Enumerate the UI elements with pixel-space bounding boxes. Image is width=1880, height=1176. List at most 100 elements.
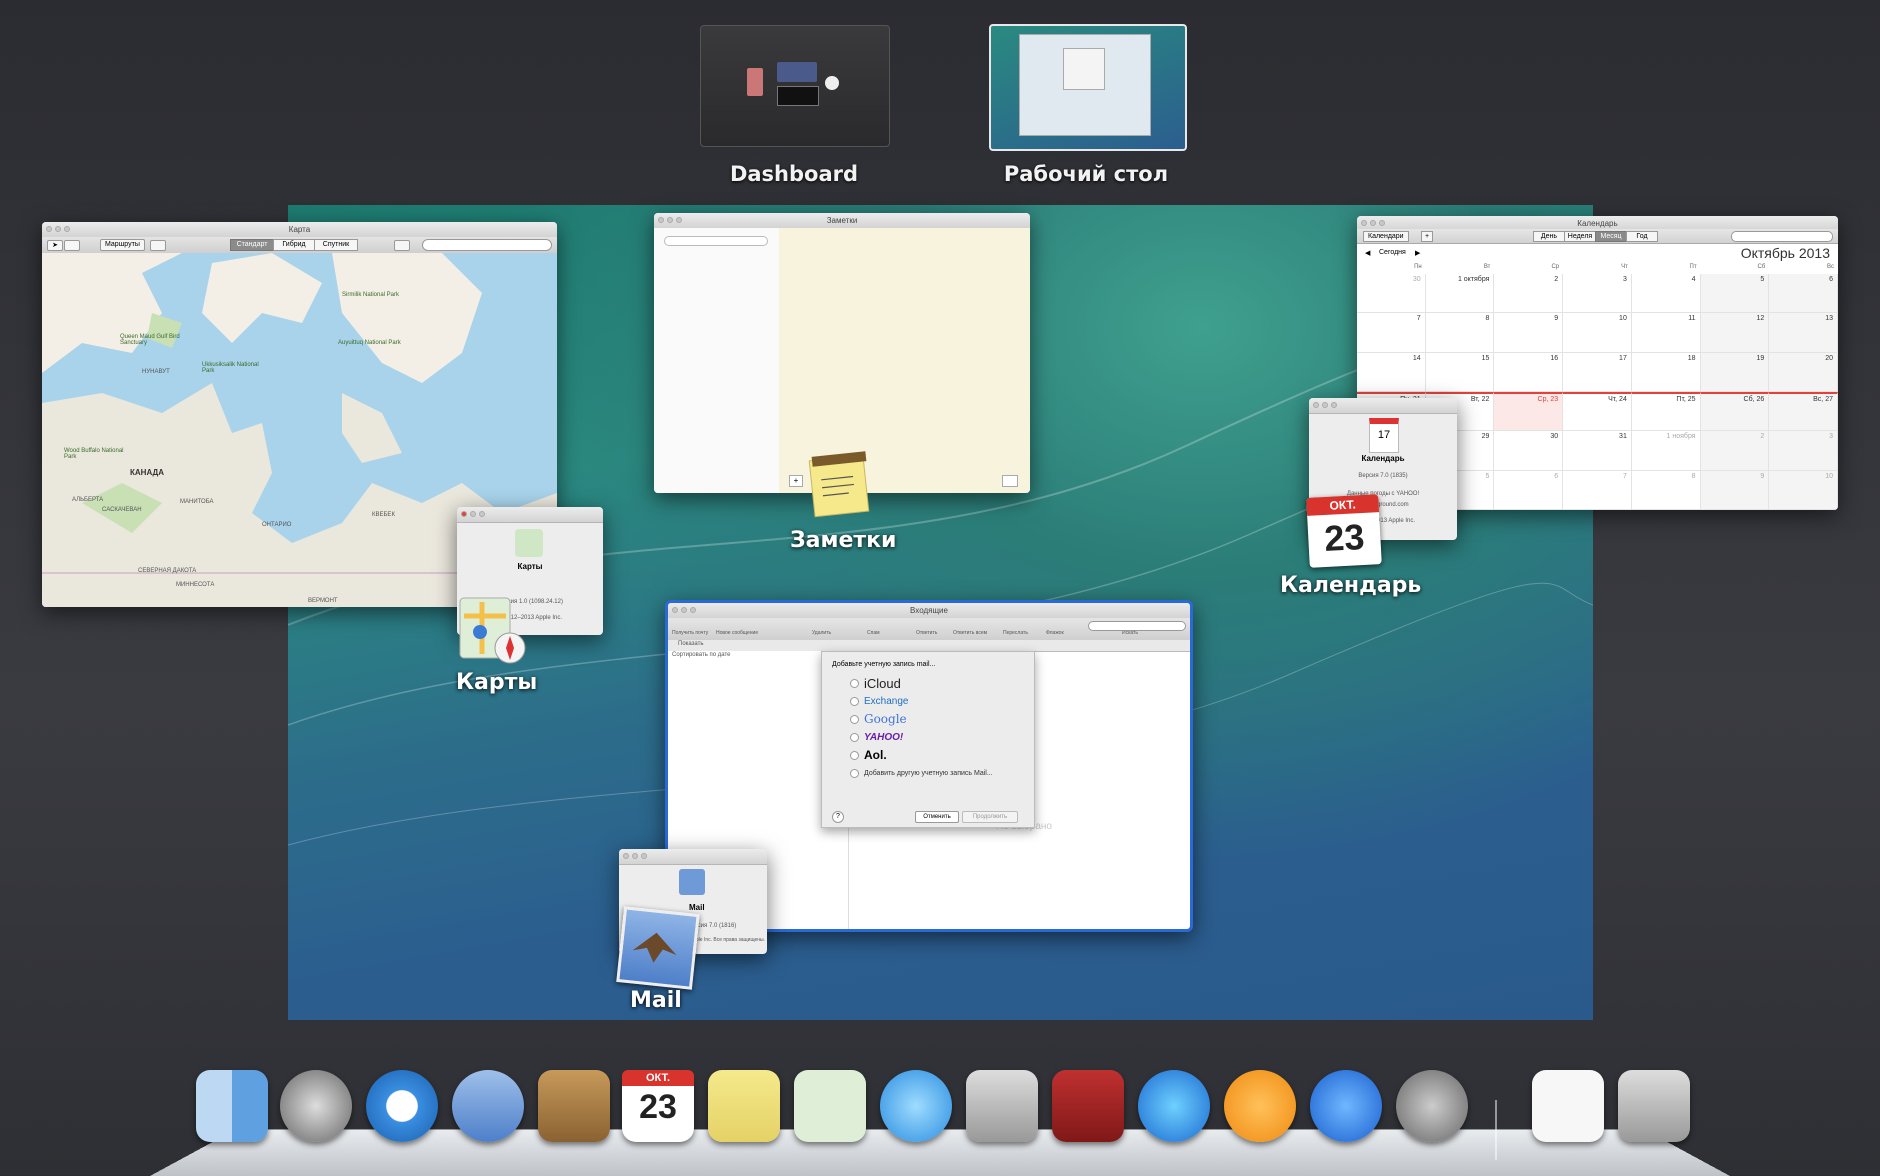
messages-icon[interactable] (880, 1070, 952, 1142)
day-cell[interactable]: 7 (1563, 470, 1632, 510)
day-cell[interactable]: 11 (1631, 313, 1701, 353)
window-controls[interactable] (1313, 402, 1337, 408)
add-account-sheet[interactable]: Добавьте учетную запись mail... iCloud Ex… (821, 651, 1035, 828)
provider-option[interactable]: Добавить другую учетную запись Mail... (850, 764, 1030, 782)
trash-icon[interactable] (1618, 1070, 1690, 1142)
map-type-hybrid[interactable]: Гибрид (273, 239, 315, 251)
day-cell[interactable]: 1 ноября (1631, 431, 1701, 471)
day-cell[interactable]: 8 (1425, 313, 1495, 353)
photo-booth-icon[interactable] (1052, 1070, 1124, 1142)
day-cell[interactable]: 3 (1563, 274, 1632, 314)
share-note-icon[interactable] (1002, 475, 1018, 487)
day-cell[interactable]: 3 (1769, 431, 1838, 471)
sort-by-date[interactable]: Сортировать по дате (672, 652, 731, 658)
provider-option[interactable]: iCloud (850, 674, 1030, 692)
3d-icon[interactable] (64, 240, 80, 251)
itunes-icon[interactable] (1138, 1070, 1210, 1142)
junk-button[interactable]: Спам (867, 630, 880, 636)
mail-titlebar[interactable]: Входящие (668, 603, 1190, 619)
day-cell[interactable]: 6 (1494, 470, 1564, 510)
routes-button[interactable]: Маршруты (100, 239, 145, 251)
safari-icon[interactable] (366, 1070, 438, 1142)
view-year[interactable]: Год (1626, 231, 1658, 242)
notes-titlebar[interactable]: Заметки (654, 213, 1030, 229)
provider-option[interactable]: Google (850, 710, 1030, 728)
flag-button[interactable]: Флажок (1046, 630, 1064, 636)
window-controls[interactable] (461, 511, 485, 517)
cancel-button[interactable]: Отменить (915, 811, 959, 823)
day-cell[interactable]: 20 (1769, 352, 1838, 392)
ibooks-icon[interactable] (1224, 1070, 1296, 1142)
day-cell[interactable]: 9 (1494, 313, 1564, 353)
maps-icon[interactable] (794, 1070, 866, 1142)
maps-about-titlebar[interactable] (457, 507, 603, 523)
prev-month-icon[interactable]: ◀ (1365, 249, 1370, 257)
day-cell[interactable]: 1 октября (1425, 274, 1495, 314)
system-preferences-icon[interactable] (1396, 1070, 1468, 1142)
today-button[interactable]: Сегодня (1379, 249, 1406, 256)
day-cell[interactable]: Чт, 24 (1563, 391, 1632, 432)
app-store-icon[interactable] (1310, 1070, 1382, 1142)
launchpad-icon[interactable] (280, 1070, 352, 1142)
calendar-search-field[interactable] (1731, 231, 1833, 242)
reply-button[interactable]: Ответить (916, 630, 937, 636)
day-cell[interactable]: 2 (1700, 431, 1770, 471)
window-controls[interactable] (658, 217, 682, 223)
day-cell[interactable]: Ср, 23 (1494, 391, 1564, 432)
radio-button[interactable] (850, 714, 859, 724)
share-icon[interactable] (150, 240, 166, 251)
forward-button[interactable]: Переслать (1003, 630, 1028, 636)
notes-icon[interactable] (708, 1070, 780, 1142)
day-cell[interactable]: 30 (1357, 274, 1426, 314)
radio-button[interactable] (850, 768, 859, 778)
document-icon[interactable] (1532, 1070, 1604, 1142)
calendars-button[interactable]: Календари (1363, 231, 1409, 242)
new-message-button[interactable]: Новое сообщение (716, 630, 758, 636)
day-cell[interactable]: 4 (1631, 274, 1701, 314)
provider-list[interactable]: iCloud Exchange Google YAHOO! Aol. Добавить д… (850, 674, 1030, 782)
facetime-icon[interactable] (966, 1070, 1038, 1142)
contacts-icon[interactable] (538, 1070, 610, 1142)
view-day[interactable]: День (1533, 231, 1565, 242)
day-cell[interactable]: 17 (1563, 352, 1632, 392)
view-week[interactable]: Неделя (1564, 231, 1596, 242)
help-button[interactable]: ? (832, 811, 844, 823)
calendar-about-titlebar[interactable] (1309, 398, 1457, 414)
day-cell[interactable]: 9 (1700, 470, 1770, 510)
radio-button[interactable] (850, 732, 859, 742)
maps-titlebar[interactable]: Карта (42, 222, 557, 238)
calendar-icon[interactable]: ОКТ. 23 (622, 1070, 694, 1142)
show-mailboxes-button[interactable]: Показать (678, 641, 704, 647)
day-cell[interactable]: 15 (1425, 352, 1495, 392)
radio-button[interactable] (850, 678, 859, 688)
day-cell[interactable]: Сб, 26 (1700, 391, 1770, 432)
finder-icon[interactable] (196, 1070, 268, 1142)
map-type-satellite[interactable]: Спутник (314, 239, 358, 251)
view-month[interactable]: Месяц (1595, 231, 1627, 242)
day-cell[interactable]: 8 (1631, 470, 1701, 510)
day-cell[interactable]: 18 (1631, 352, 1701, 392)
day-cell[interactable]: 19 (1700, 352, 1770, 392)
provider-option[interactable]: Aol. (850, 746, 1030, 764)
view-icon[interactable] (394, 240, 410, 251)
day-cell[interactable]: 7 (1357, 313, 1426, 353)
day-cell[interactable]: 10 (1769, 470, 1838, 510)
maps-search-field[interactable] (422, 239, 552, 251)
day-cell[interactable]: 30 (1494, 431, 1564, 471)
next-month-icon[interactable]: ▶ (1415, 249, 1420, 257)
get-mail-button[interactable]: Получить почту (672, 630, 708, 636)
day-cell[interactable]: 16 (1494, 352, 1564, 392)
location-icon[interactable]: ➤ (47, 240, 63, 251)
mail-icon[interactable] (452, 1070, 524, 1142)
notes-search-field[interactable] (664, 236, 768, 246)
mail-search-field[interactable] (1088, 621, 1186, 631)
window-controls[interactable] (1361, 220, 1385, 226)
radio-button[interactable] (850, 696, 859, 706)
reply-all-button[interactable]: Ответить всем (953, 630, 987, 636)
window-controls[interactable] (672, 607, 696, 613)
new-note-plus-icon[interactable]: + (789, 475, 803, 487)
day-cell[interactable]: Вс, 27 (1769, 391, 1838, 432)
day-cell[interactable]: 14 (1357, 352, 1426, 392)
day-cell[interactable]: 5 (1700, 274, 1770, 314)
dashboard-space-thumbnail[interactable] (700, 25, 890, 147)
